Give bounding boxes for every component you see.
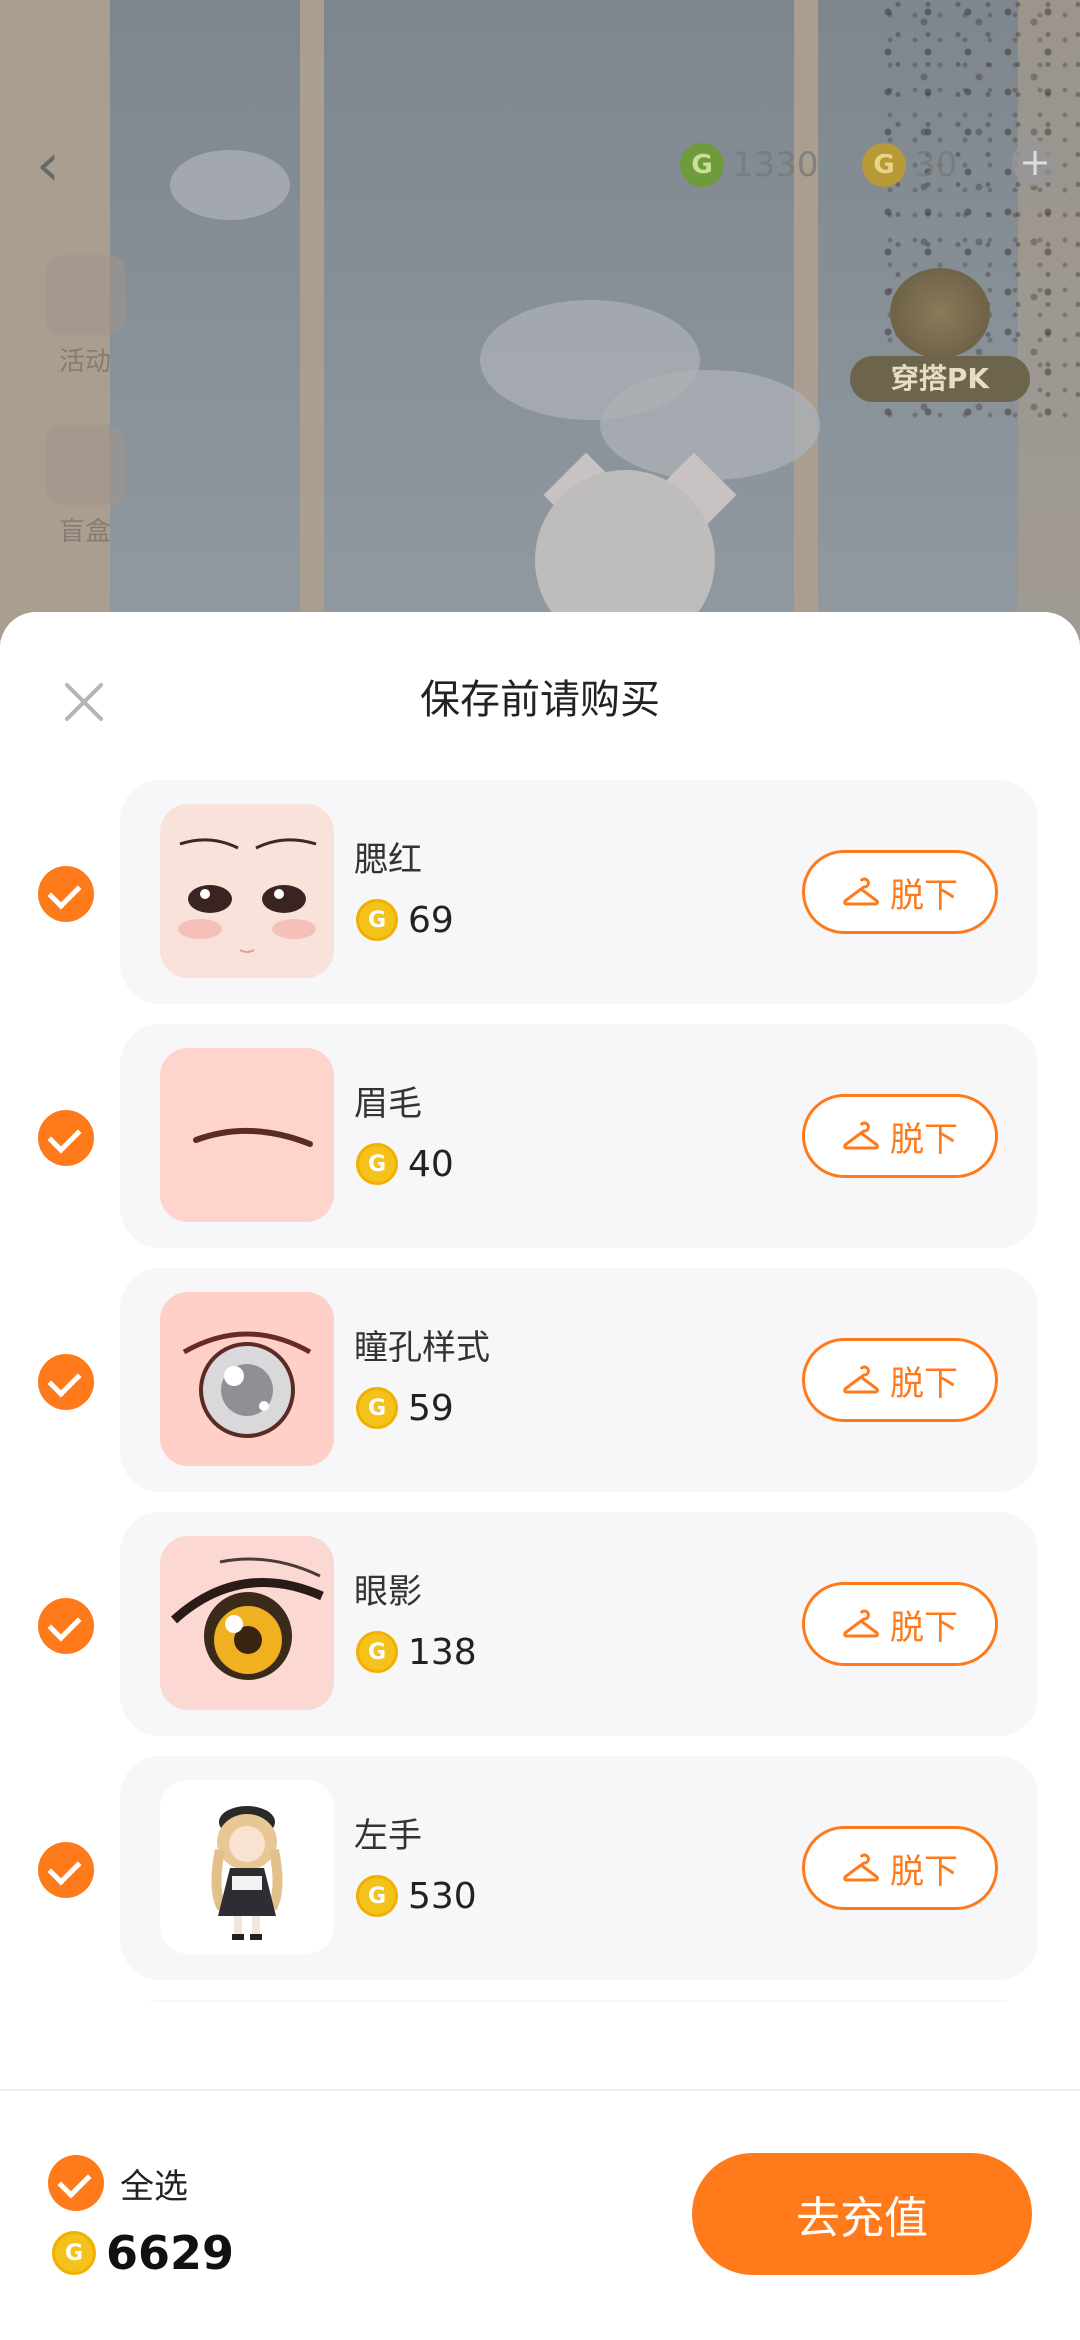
item-name: 左手 <box>354 1816 422 1856</box>
item-price: G 138 <box>356 1628 477 1676</box>
item-card: 左手 G 530 脱下 <box>120 1756 1038 1980</box>
item-name: 眉毛 <box>354 1084 422 1124</box>
gold-coin-icon: G <box>862 143 906 187</box>
price-value: 69 <box>408 899 454 941</box>
purchase-footer: 全选 G 6629 去充值 <box>0 2089 1080 2340</box>
currency-green: G 1330 <box>680 140 819 190</box>
hot-air-balloon-icon <box>45 255 125 335</box>
hanger-icon <box>843 1609 879 1638</box>
remove-button[interactable]: 脱下 <box>802 1094 998 1178</box>
side-item-blindbox[interactable]: 盲盒 <box>30 425 140 548</box>
list-item: 腮红 G 69 脱下 <box>0 780 1080 1004</box>
crown-icon <box>890 268 990 358</box>
item-price: G 59 <box>356 1384 454 1432</box>
eyeshadow-icon <box>160 1536 334 1710</box>
checkbox-checked[interactable] <box>38 866 94 922</box>
item-card: 眉毛 G 40 脱下 <box>120 1024 1038 1248</box>
remove-button[interactable]: 脱下 <box>802 1582 998 1666</box>
item-name: 眼影 <box>354 1572 422 1612</box>
price-value: 530 <box>408 1875 477 1917</box>
eyebrow-icon <box>160 1048 334 1222</box>
gold-coin-icon: G <box>356 1387 398 1429</box>
item-card: 瞳孔样式 G 59 脱下 <box>120 1268 1038 1492</box>
recharge-button[interactable]: 去充值 <box>692 2153 1032 2275</box>
pupil-icon <box>160 1292 334 1466</box>
blush-face-icon <box>160 804 334 978</box>
side-item-label: 盲盒 <box>58 517 111 547</box>
item-card: 腮红 G 69 脱下 <box>120 780 1038 1004</box>
checkbox-checked[interactable] <box>38 1598 94 1654</box>
item-thumbnail <box>160 804 334 978</box>
checkbox-checked[interactable] <box>38 1354 94 1410</box>
currency-gold: G 30 <box>862 140 957 190</box>
select-all-label: 全选 <box>120 2166 188 2207</box>
item-price: G 69 <box>356 896 454 944</box>
remove-label: 脱下 <box>890 1119 958 1160</box>
item-price: G 530 <box>356 1872 477 1920</box>
gift-box-icon <box>45 425 125 505</box>
item-price: G 40 <box>356 1140 454 1188</box>
remove-label: 脱下 <box>890 1363 958 1404</box>
gold-coin-icon: G <box>356 1631 398 1673</box>
checkbox-checked[interactable] <box>38 1842 94 1898</box>
checkbox-checked[interactable] <box>48 2155 104 2211</box>
purchase-sheet: 保存前请购买 腮红 G 69 脱下 眉毛 G 40 脱下 瞳孔样式 G 59 脱… <box>0 612 1080 2340</box>
price-value: 138 <box>408 1631 477 1673</box>
item-thumbnail <box>160 1048 334 1222</box>
hanger-icon <box>843 1853 879 1882</box>
item-list[interactable]: 腮红 G 69 脱下 眉毛 G 40 脱下 瞳孔样式 G 59 脱下 眼影 G … <box>0 780 1080 2002</box>
list-item: 眉毛 G 40 脱下 <box>0 1024 1080 1248</box>
remove-label: 脱下 <box>890 875 958 916</box>
remove-button[interactable]: 脱下 <box>802 850 998 934</box>
item-name: 腮红 <box>354 840 422 880</box>
price-value: 40 <box>408 1143 454 1185</box>
green-coin-icon: G <box>680 143 724 187</box>
gold-coin-icon: G <box>356 1875 398 1917</box>
item-thumbnail <box>160 1780 334 1954</box>
gold-coin-icon: G <box>356 1143 398 1185</box>
doll-figure-icon <box>160 1780 334 1954</box>
remove-button[interactable]: 脱下 <box>802 1826 998 1910</box>
hanger-icon <box>843 877 879 906</box>
pk-label: 穿搭PK <box>850 356 1030 402</box>
checkbox-checked[interactable] <box>38 1110 94 1166</box>
item-name: 瞳孔样式 <box>354 1328 490 1368</box>
list-item: 瞳孔样式 G 59 脱下 <box>0 1268 1080 1492</box>
remove-label: 脱下 <box>890 1851 958 1892</box>
hanger-icon <box>843 1365 879 1394</box>
side-item-label: 活动 <box>58 347 111 377</box>
currency-green-value: 1330 <box>732 145 819 185</box>
outfit-pk-badge[interactable]: 穿搭PK <box>850 268 1030 402</box>
sheet-title: 保存前请购买 <box>420 677 660 723</box>
add-currency-icon[interactable]: + <box>1012 140 1058 186</box>
list-item: 特效 脱下 <box>0 2000 1080 2002</box>
background-scene: ‹ G 1330 G 30 + 活动 盲盒 穿搭PK <box>0 0 1080 640</box>
side-item-activity[interactable]: 活动 <box>30 255 140 378</box>
gold-coin-icon: G <box>356 899 398 941</box>
item-card: 特效 脱下 <box>120 2000 1038 2002</box>
back-icon[interactable]: ‹ <box>36 130 86 200</box>
item-thumbnail <box>160 1536 334 1710</box>
hanger-icon <box>843 1121 879 1150</box>
price-value: 59 <box>408 1387 454 1429</box>
item-thumbnail <box>160 1292 334 1466</box>
total-price: G 6629 <box>52 2223 234 2283</box>
list-item: 眼影 G 138 脱下 <box>0 1512 1080 1736</box>
select-all-toggle[interactable]: 全选 <box>48 2155 188 2211</box>
total-value: 6629 <box>106 2226 235 2280</box>
item-card: 眼影 G 138 脱下 <box>120 1512 1038 1736</box>
gold-coin-icon: G <box>52 2231 96 2275</box>
list-item: 左手 G 530 脱下 <box>0 1756 1080 1980</box>
remove-button[interactable]: 脱下 <box>802 1338 998 1422</box>
remove-label: 脱下 <box>890 1607 958 1648</box>
currency-gold-value: 30 <box>914 145 958 185</box>
